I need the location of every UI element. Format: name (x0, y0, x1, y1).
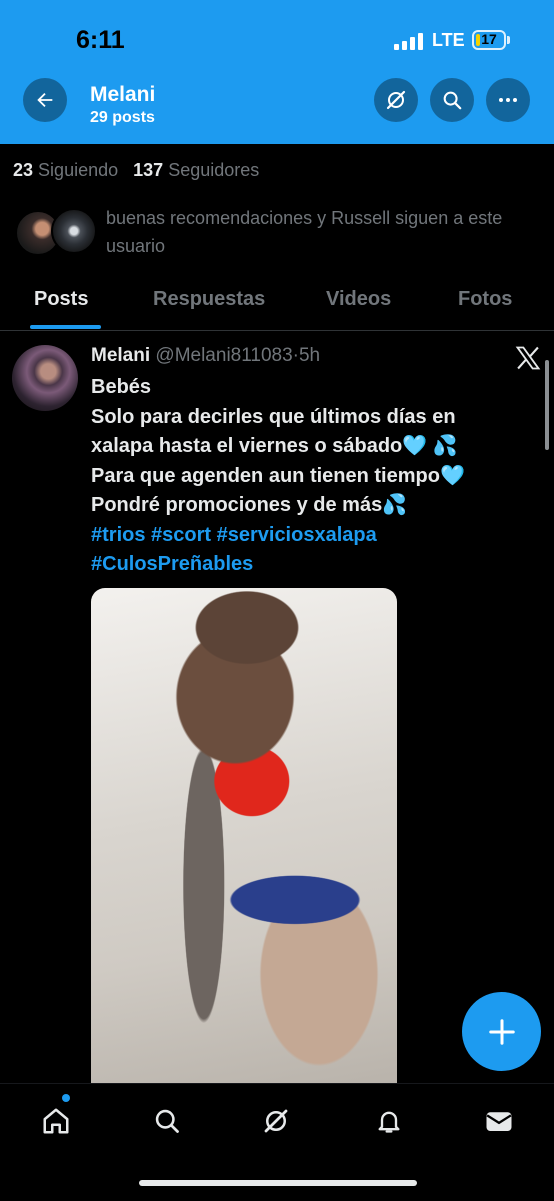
post-media[interactable] (91, 588, 397, 1083)
more-icon (499, 98, 517, 102)
status-time: 6:11 (76, 26, 125, 54)
scrollbar[interactable] (545, 360, 549, 450)
arrow-left-icon (37, 92, 53, 108)
grok-icon (386, 90, 406, 110)
hashtag-link[interactable]: #trios #scort #serviciosxalapa (91, 521, 531, 551)
hashtag-link[interactable]: #CulosPreñables (91, 550, 531, 580)
followed-by-avatars[interactable] (15, 208, 115, 258)
status-bar: 6:11 LTE 17 (0, 0, 554, 88)
profile-header: Melani 29 posts (0, 78, 554, 144)
post-author-handle[interactable]: @Melani811083 (155, 345, 292, 366)
plus-icon (488, 1018, 515, 1045)
back-button[interactable] (23, 78, 67, 122)
post-line: Para que agenden aun tienen tiempo🩵 (91, 464, 465, 487)
grok-icon (264, 1109, 288, 1133)
follow-stats: 23 Siguiendo 137 Seguidores (13, 160, 259, 181)
nav-messages[interactable] (482, 1104, 516, 1138)
tab-photos[interactable]: Fotos (458, 288, 512, 311)
followers-label[interactable]: Seguidores (168, 160, 259, 180)
post-line: Bebés (91, 376, 152, 398)
profile-tabs: Posts Respuestas Videos Fotos (0, 278, 554, 331)
page-title: Melani (90, 83, 156, 106)
signal-icon (394, 32, 423, 50)
post-line: Solo para decirles que últimos días en (91, 405, 456, 428)
post-header: Melani @Melani811083·5h (91, 345, 320, 367)
followed-by-text[interactable]: buenas recomendaciones y Russell siguen … (106, 204, 546, 260)
home-indicator (139, 1180, 417, 1186)
nav-home[interactable] (39, 1104, 73, 1138)
x-logo-icon (515, 346, 541, 370)
more-button[interactable] (486, 78, 530, 122)
tab-videos[interactable]: Videos (326, 288, 391, 311)
post-body: Bebés Solo para decirles que últimos día… (91, 373, 531, 580)
followers-count[interactable]: 137 (133, 160, 163, 180)
nav-grok[interactable] (259, 1104, 293, 1138)
avatar (51, 208, 97, 254)
mail-icon (486, 1112, 512, 1131)
tab-replies[interactable]: Respuestas (153, 288, 265, 311)
post-line: Pondré promociones y de más💦 (91, 494, 408, 516)
battery-tip (507, 36, 510, 44)
avatar[interactable] (12, 345, 78, 411)
compose-button[interactable] (462, 992, 541, 1071)
media-photo (151, 588, 391, 1083)
bell-icon (378, 1111, 400, 1133)
following-count[interactable]: 23 (13, 160, 33, 180)
search-icon (443, 91, 462, 110)
post-count: 29 posts (90, 109, 155, 126)
grok-button[interactable] (374, 78, 418, 122)
battery-icon: 17 (472, 30, 506, 50)
post-time: 5h (298, 345, 321, 366)
nav-search[interactable] (150, 1104, 184, 1138)
tab-posts[interactable]: Posts (34, 288, 88, 311)
following-label[interactable]: Siguiendo (38, 160, 118, 180)
search-button[interactable] (430, 78, 474, 122)
active-tab-indicator (30, 325, 101, 329)
network-label: LTE (432, 30, 465, 50)
post-line: xalapa hasta el viernes o sábado🩵 💦 (91, 435, 458, 457)
search-icon (155, 1109, 179, 1133)
nav-notifications[interactable] (372, 1104, 406, 1138)
battery-level: 17 (481, 31, 497, 47)
home-unread-dot (62, 1094, 70, 1102)
post-author-name[interactable]: Melani (91, 345, 150, 366)
home-icon (43, 1108, 69, 1134)
